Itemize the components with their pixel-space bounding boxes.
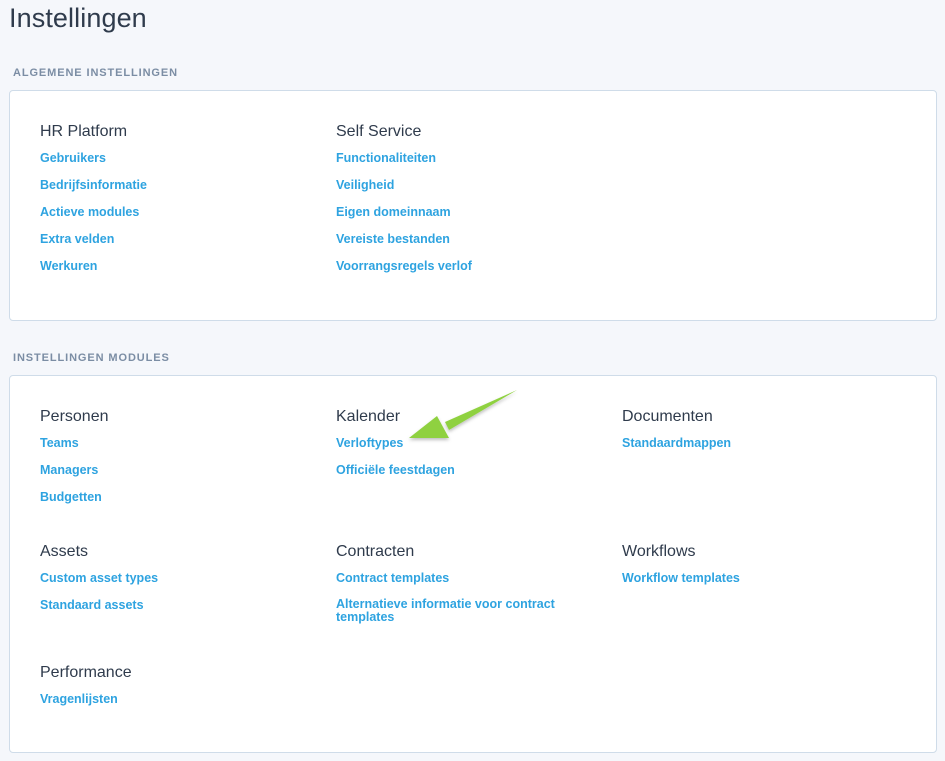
group-personen: Personen Teams Managers Budgetten <box>40 407 290 517</box>
link-veiligheid[interactable]: Veiligheid <box>336 178 586 192</box>
group-title-hr-platform: HR Platform <box>40 123 128 140</box>
arrow-pointer-icon <box>409 390 517 438</box>
group-title-assets: Assets <box>40 543 89 560</box>
settings-page: Instellingen ALGEMENE INSTELLINGEN HR Pl… <box>0 0 945 761</box>
link-vereiste-bestanden[interactable]: Vereiste bestanden <box>336 232 586 246</box>
page-title: Instellingen <box>9 3 147 33</box>
group-title-contracten: Contracten <box>336 543 415 560</box>
group-title-personen: Personen <box>40 408 109 425</box>
link-managers[interactable]: Managers <box>40 463 290 477</box>
link-officiele-feestdagen[interactable]: Officiële feestdagen <box>336 463 586 477</box>
general-settings-card: HR Platform Gebruikers Bedrijfsinformati… <box>9 90 937 321</box>
link-eigen-domeinnaam[interactable]: Eigen domeinnaam <box>336 205 586 219</box>
link-actieve-modules[interactable]: Actieve modules <box>40 205 290 219</box>
group-contracten: Contracten Contract templates Alternatie… <box>336 542 586 637</box>
section-heading-general: ALGEMENE INSTELLINGEN <box>13 67 178 79</box>
group-title-documenten: Documenten <box>622 408 713 425</box>
link-custom-asset-types[interactable]: Custom asset types <box>40 571 290 585</box>
group-workflows: Workflows Workflow templates <box>622 542 872 598</box>
group-documenten: Documenten Standaardmappen <box>622 407 872 463</box>
group-hr-platform: HR Platform Gebruikers Bedrijfsinformati… <box>40 122 290 286</box>
link-bedrijfsinformatie[interactable]: Bedrijfsinformatie <box>40 178 290 192</box>
link-vragenlijsten[interactable]: Vragenlijsten <box>40 692 290 706</box>
link-voorrangsregels-verlof[interactable]: Voorrangsregels verlof <box>336 259 586 273</box>
group-self-service: Self Service Functionaliteiten Veilighei… <box>336 122 586 286</box>
link-functionaliteiten[interactable]: Functionaliteiten <box>336 151 586 165</box>
group-performance: Performance Vragenlijsten <box>40 663 290 719</box>
group-title-self-service: Self Service <box>336 123 422 140</box>
link-alternatieve-informatie[interactable]: Alternatieve informatie voor contract te… <box>336 598 566 624</box>
link-contract-templates[interactable]: Contract templates <box>336 571 586 585</box>
link-gebruikers[interactable]: Gebruikers <box>40 151 290 165</box>
link-teams[interactable]: Teams <box>40 436 290 450</box>
group-assets: Assets Custom asset types Standaard asse… <box>40 542 290 625</box>
link-workflow-templates[interactable]: Workflow templates <box>622 571 872 585</box>
section-heading-modules: INSTELLINGEN MODULES <box>13 352 170 364</box>
link-budgetten[interactable]: Budgetten <box>40 490 290 504</box>
link-werkuren[interactable]: Werkuren <box>40 259 290 273</box>
link-standaard-assets[interactable]: Standaard assets <box>40 598 290 612</box>
link-extra-velden[interactable]: Extra velden <box>40 232 290 246</box>
link-standaardmappen[interactable]: Standaardmappen <box>622 436 872 450</box>
group-title-performance: Performance <box>40 664 132 681</box>
group-title-workflows: Workflows <box>622 543 696 560</box>
